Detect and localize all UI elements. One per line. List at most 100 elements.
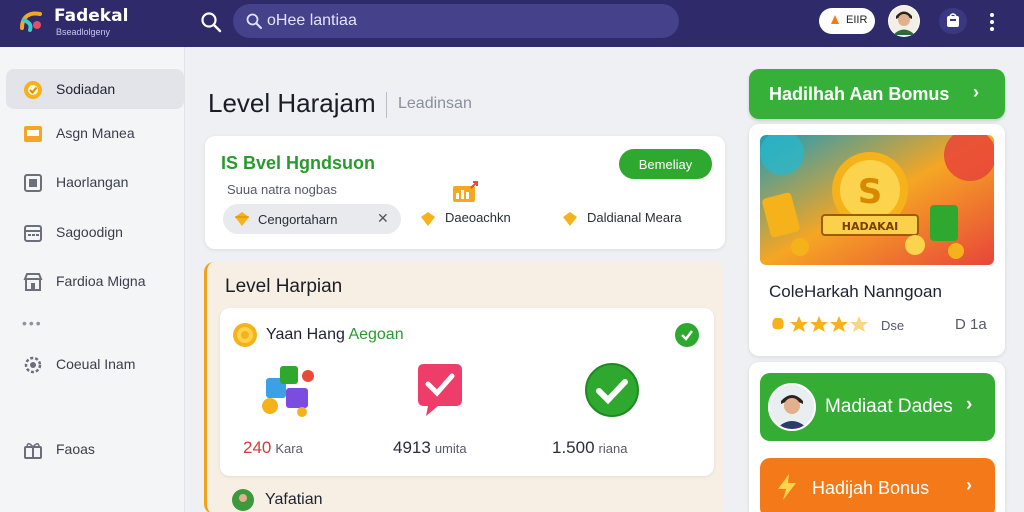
next-level-label: Yafatian <box>265 491 323 508</box>
stat-2-unit: umita <box>434 441 467 456</box>
stat-1: 240 Kara <box>243 438 303 458</box>
stat-1-value: 240 <box>243 438 272 457</box>
sidebar-item-sagoodign[interactable]: Sagoodign <box>6 212 184 252</box>
sidebar-item-label: Coeual Inam <box>56 356 136 372</box>
rating-stars <box>772 316 868 332</box>
filter-chip-label: Cengortaharn <box>258 212 338 227</box>
stat-1-unit: Kara <box>275 441 303 456</box>
search-bar[interactable] <box>233 4 679 38</box>
search-input[interactable] <box>267 10 647 32</box>
more-dots[interactable]: ••• <box>22 315 43 331</box>
coin-icon <box>233 323 257 347</box>
level-card: IS Bvel Hgndsuon Bemeliay Suua natra nog… <box>205 136 725 249</box>
daily-stats-title: Yaan Hang Aegoan <box>266 326 404 344</box>
promo-banner-illustration: S HADAKAI <box>760 135 994 265</box>
sidebar-item-label: Asgn Manea <box>56 125 135 141</box>
promo-image: S HADAKAI <box>760 135 994 265</box>
sidebar: Sodiadan Asgn Manea Haorlangan Sagoodign <box>0 47 185 512</box>
flame-icon <box>831 15 839 24</box>
svg-text:S: S <box>858 172 883 212</box>
page-subtitle[interactable]: Leadinsan <box>398 95 472 113</box>
square-icon <box>24 174 42 192</box>
close-icon[interactable]: ✕ <box>377 210 389 227</box>
brand-name: Fadekal <box>54 6 129 26</box>
lightning-icon <box>778 474 796 500</box>
top-bar: Fadekal Bseadlolgeny EIIR <box>0 0 1024 47</box>
gem-icon <box>563 211 577 226</box>
store-icon <box>23 273 43 291</box>
level-caption: Suua natra nogbas <box>227 182 337 197</box>
promo-card[interactable]: S HADAKAI ColeHarkah Nanngoan Dse D 1a <box>749 124 1005 356</box>
chart-up-icon <box>453 181 478 202</box>
bag-icon <box>947 13 959 27</box>
level-card-title: IS Bvel Hgndsuon <box>221 153 376 173</box>
sidebar-item-fardioa-migna[interactable]: Fardioa Migna <box>6 261 184 301</box>
avatar-icon <box>232 489 254 511</box>
badge-icon <box>24 81 42 99</box>
blocks-icon <box>262 366 314 417</box>
daily-stats-title-a: Yaan Hang <box>266 326 345 343</box>
level-option-label: Daldianal Meara <box>587 210 682 225</box>
level-action-button[interactable]: Bemeliay <box>619 149 712 179</box>
daily-rewards-label: Madiaat Dades <box>825 396 953 417</box>
bonus-header-label: Hadilhah Aan Bomus <box>769 84 950 104</box>
level-option-label: Daeoachkn <box>445 210 511 225</box>
sidebar-item-sodiadan[interactable]: Sodiadan <box>6 69 184 109</box>
app-logo[interactable] <box>18 8 44 34</box>
user-avatar[interactable] <box>888 5 920 37</box>
sidebar-item-faoas[interactable]: Faoas <box>6 429 184 469</box>
sidebar-item-label: Haorlangan <box>56 174 129 190</box>
filter-chip[interactable]: Cengortaharn ✕ <box>223 204 401 234</box>
points-label: EIIR <box>846 14 868 26</box>
stat-2-value: 4913 <box>393 438 431 457</box>
brand-subtitle: Bseadlolgeny <box>56 27 111 37</box>
stat-3: 1.500 riana <box>552 438 627 458</box>
check-circle-icon[interactable] <box>674 322 700 348</box>
search-icon <box>246 13 262 29</box>
bonus-label: Hadijah Bonus <box>812 478 930 498</box>
stat-3-unit: riana <box>598 441 628 456</box>
daily-stats-card: Yaan Hang Aegoan 240 Kara 4913 umita 1.5… <box>220 308 714 476</box>
level-option-2[interactable]: Daldianal Meara <box>561 210 682 227</box>
gem-icon <box>235 212 249 226</box>
avatar <box>768 383 816 431</box>
chat-check-icon <box>418 364 462 416</box>
bonus-button[interactable]: Hadijah Bonus › <box>760 458 995 512</box>
sidebar-item-label: Fardioa Migna <box>56 273 146 289</box>
promo-banner-text: HADAKAI <box>842 220 899 233</box>
title-divider <box>386 92 387 118</box>
promo-count: D 1a <box>955 316 987 333</box>
daily-level-card: Level Harpian Yaan Hang Aegoan 240 Kara … <box>204 262 724 512</box>
daily-level-title: Level Harpian <box>225 276 343 297</box>
gift-icon <box>24 443 42 459</box>
stat-3-value: 1.500 <box>552 438 595 457</box>
daily-stats-title-b: Aegoan <box>348 326 404 343</box>
window-icon <box>24 126 42 142</box>
promo-title: ColeHarkah Nanngoan <box>769 282 942 301</box>
sidebar-item-coeual-inam[interactable]: Coeual Inam <box>6 344 184 384</box>
search-icon[interactable] <box>199 10 223 34</box>
sidebar-item-haorlangan[interactable]: Haorlangan <box>6 162 184 202</box>
gear-icon <box>24 356 42 374</box>
avatar-icon <box>889 6 919 36</box>
chevron-right-icon: › <box>966 394 973 415</box>
notifications-button[interactable] <box>939 8 967 34</box>
sidebar-item-asgn-manea[interactable]: Asgn Manea <box>6 113 184 153</box>
stat-2: 4913 umita <box>393 438 467 458</box>
promo-rating: Dse <box>881 318 905 333</box>
calendar-icon <box>24 225 42 242</box>
check-circle-icon <box>585 363 639 417</box>
gem-icon <box>421 211 435 226</box>
sidebar-item-label: Sodiadan <box>56 81 116 97</box>
bonus-header-button[interactable]: Hadilhah Aan Bomus › <box>749 69 1005 119</box>
chevron-right-icon: › <box>966 475 972 495</box>
daily-rewards-button[interactable]: Madiaat Dades › <box>760 373 995 441</box>
next-level-row[interactable]: Yafatian <box>231 488 431 512</box>
sidebar-item-label: Sagoodign <box>56 224 123 240</box>
person-icon <box>770 385 814 429</box>
level-option-1[interactable]: Daeoachkn <box>419 210 511 227</box>
more-vertical-icon[interactable] <box>983 10 1001 34</box>
points-button[interactable]: EIIR <box>819 8 875 34</box>
page-title: Level Harajam <box>208 88 376 118</box>
sidebar-item-label: Faoas <box>56 441 95 457</box>
